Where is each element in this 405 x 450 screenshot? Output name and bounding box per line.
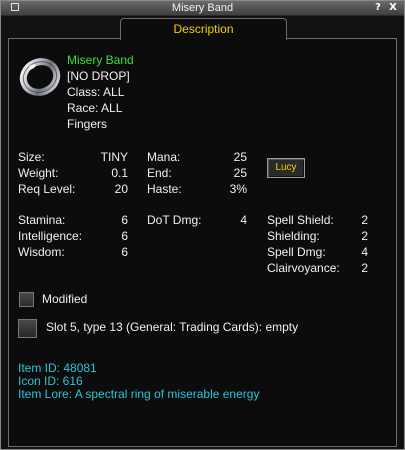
item-name: Misery Band [67, 53, 134, 67]
stamina-label: Stamina: [18, 213, 66, 227]
intelligence-value: 6 [121, 229, 128, 243]
clairvoyance-value: 2 [361, 261, 368, 275]
augment-slot-text: Slot 5, type 13 (General: Trading Cards)… [46, 320, 299, 334]
panel-border [8, 38, 121, 39]
shielding-label: Shielding: [267, 229, 320, 243]
panel-border [285, 38, 396, 39]
spell-shield-label: Spell Shield: [267, 213, 334, 227]
tab-description[interactable]: Description [120, 18, 287, 40]
intelligence-label: Intelligence: [18, 229, 83, 243]
spell-shield-value: 2 [361, 213, 368, 227]
modified-checkbox[interactable] [19, 292, 34, 307]
mana-label: Mana: [147, 150, 181, 164]
wisdom-label: Wisdom: [18, 245, 65, 259]
title-bar[interactable]: Misery Band ? X [1, 1, 404, 16]
size-value: TINY [100, 150, 128, 164]
item-slot: Fingers [67, 117, 108, 131]
reqlevel-label: Req Level: [18, 182, 76, 196]
clairvoyance-label: Clairvoyance: [267, 261, 340, 275]
modified-label: Modified [42, 292, 88, 306]
augment-slot-icon[interactable] [18, 319, 37, 338]
spell-dmg-label: Spell Dmg: [267, 245, 326, 259]
weight-value: 0.1 [111, 166, 128, 180]
wisdom-value: 6 [121, 245, 128, 259]
lucy-button[interactable]: Lucy [267, 158, 305, 178]
size-label: Size: [18, 150, 45, 164]
mana-value: 25 [233, 150, 247, 164]
end-value: 25 [233, 166, 247, 180]
spell-dmg-value: 4 [361, 245, 368, 259]
shielding-value: 2 [361, 229, 368, 243]
item-flag: [NO DROP] [67, 69, 130, 83]
dot-dmg-value: 4 [240, 213, 247, 227]
window-title: Misery Band [171, 2, 234, 14]
haste-label: Haste: [147, 182, 182, 196]
end-label: End: [147, 166, 172, 180]
stamina-value: 6 [121, 213, 128, 227]
item-class: Class: ALL [67, 85, 125, 99]
haste-value: 3% [229, 182, 247, 196]
dot-dmg-label: DoT Dmg: [147, 213, 202, 227]
weight-label: Weight: [18, 166, 59, 180]
help-button[interactable]: ? [372, 2, 384, 13]
reqlevel-value: 20 [114, 182, 128, 196]
item-race: Race: ALL [67, 101, 123, 115]
close-button[interactable]: X [387, 2, 399, 13]
item-lore: Item Lore: A spectral ring of miserable … [18, 387, 260, 401]
ring-icon [18, 55, 62, 99]
